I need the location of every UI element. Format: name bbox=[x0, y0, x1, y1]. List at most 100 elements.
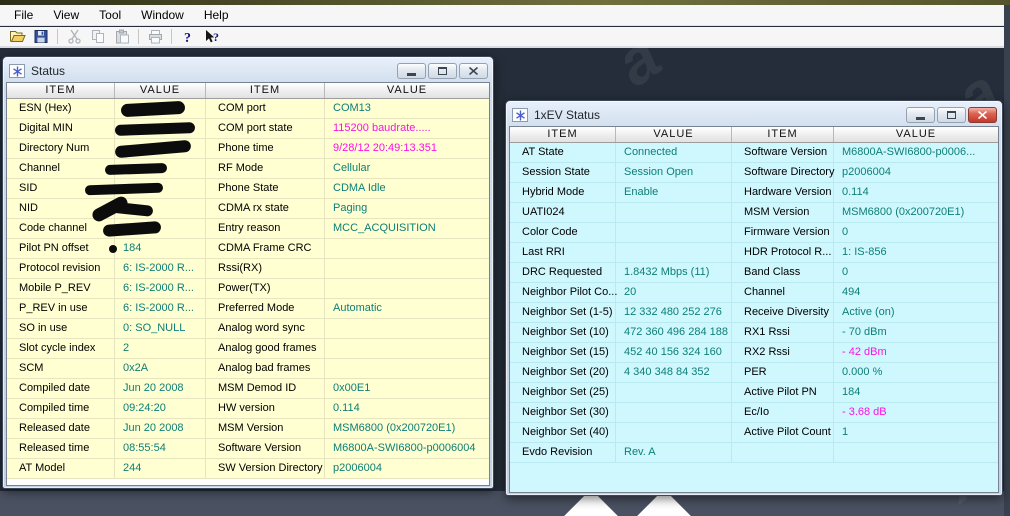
table-row[interactable]: Code channelEntry reasonMCC_ACQUISITION bbox=[7, 219, 489, 239]
value-cell: 0.000 % bbox=[834, 363, 998, 383]
item-cell: Active Pilot Count bbox=[732, 423, 834, 443]
table-row[interactable]: Protocol revision6: IS-2000 R...Rssi(RX) bbox=[7, 259, 489, 279]
app-asterisk-icon bbox=[9, 64, 25, 78]
table-row[interactable]: SO in use0: SO_NULLAnalog word sync bbox=[7, 319, 489, 339]
caption-buttons bbox=[397, 63, 488, 79]
table-row[interactable]: Neighbor Pilot Co...20Channel494 bbox=[510, 283, 998, 303]
menu-window[interactable]: Window bbox=[131, 6, 194, 24]
value-cell bbox=[834, 443, 998, 463]
table-row[interactable]: Neighbor Set (1-5)12 332 480 252 276Rece… bbox=[510, 303, 998, 323]
table-row[interactable]: Digital MINCOM port state115200 baudrate… bbox=[7, 119, 489, 139]
table-row[interactable]: Neighbor Set (25)Active Pilot PN184 bbox=[510, 383, 998, 403]
value-cell: 09:24:20 bbox=[115, 399, 206, 419]
table-row[interactable]: Neighbor Set (15)452 40 156 324 160RX2 R… bbox=[510, 343, 998, 363]
table-row[interactable]: Compiled dateJun 20 2008MSM Demod ID0x00… bbox=[7, 379, 489, 399]
value-cell bbox=[115, 119, 206, 139]
maximize-button[interactable] bbox=[937, 107, 966, 123]
status-window-title: Status bbox=[31, 64, 65, 78]
table-row[interactable]: P_REV in use6: IS-2000 R...Preferred Mod… bbox=[7, 299, 489, 319]
item-cell: MSM Version bbox=[206, 419, 325, 439]
table-row[interactable]: Neighbor Set (10)472 360 496 284 188RX1 … bbox=[510, 323, 998, 343]
column-header[interactable]: VALUE bbox=[834, 127, 998, 142]
column-header[interactable]: ITEM bbox=[510, 127, 616, 142]
column-header[interactable]: ITEM bbox=[732, 127, 834, 142]
menu-file[interactable]: File bbox=[4, 6, 43, 24]
redaction-mark bbox=[115, 139, 192, 158]
item-cell: Software Directory bbox=[732, 163, 834, 183]
value-cell: 0.114 bbox=[325, 399, 489, 419]
table-row[interactable]: AT Model244SW Version Directoryp2006004 bbox=[7, 459, 489, 479]
table-row[interactable]: Released time08:55:54Software VersionM68… bbox=[7, 439, 489, 459]
table-row[interactable]: Neighbor Set (30)Ec/Io- 3.68 dB bbox=[510, 403, 998, 423]
help-icon[interactable]: ? bbox=[176, 27, 200, 46]
value-cell: 6: IS-2000 R... bbox=[115, 279, 206, 299]
value-cell: 0 bbox=[834, 263, 998, 283]
table-row[interactable]: Color CodeFirmware Version0 bbox=[510, 223, 998, 243]
item-cell: Released time bbox=[7, 439, 115, 459]
table-row[interactable]: Evdo RevisionRev. A bbox=[510, 443, 998, 463]
table-row[interactable]: AT StateConnectedSoftware VersionM6800A-… bbox=[510, 143, 998, 163]
value-cell: M6800A-SWI6800-p0006004 bbox=[325, 439, 489, 459]
close-button[interactable] bbox=[968, 107, 997, 123]
application-window: File View Tool Window Help bbox=[0, 0, 1010, 516]
item-cell: Color Code bbox=[510, 223, 616, 243]
menu-help[interactable]: Help bbox=[194, 6, 239, 24]
value-cell: COM13 bbox=[325, 99, 489, 119]
item-cell: Neighbor Pilot Co... bbox=[510, 283, 616, 303]
item-cell: Software Version bbox=[732, 143, 834, 163]
column-header[interactable]: ITEM bbox=[7, 83, 115, 98]
table-row[interactable]: SCM0x2AAnalog bad frames bbox=[7, 359, 489, 379]
column-header[interactable]: VALUE bbox=[616, 127, 732, 142]
table-row[interactable]: SIDPhone StateCDMA Idle bbox=[7, 179, 489, 199]
table-row[interactable]: UATI024MSM VersionMSM6800 (0x200720E1) bbox=[510, 203, 998, 223]
table-row[interactable]: Slot cycle index2Analog good frames bbox=[7, 339, 489, 359]
item-cell: Slot cycle index bbox=[7, 339, 115, 359]
table-row[interactable]: Hybrid ModeEnableHardware Version0.114 bbox=[510, 183, 998, 203]
table-row[interactable]: Neighbor Set (20)4 340 348 84 352PER0.00… bbox=[510, 363, 998, 383]
redaction-mark bbox=[105, 162, 167, 174]
value-cell: - 70 dBm bbox=[834, 323, 998, 343]
column-header[interactable]: VALUE bbox=[325, 83, 489, 98]
table-row[interactable]: Session StateSession OpenSoftware Direct… bbox=[510, 163, 998, 183]
item-cell: Session State bbox=[510, 163, 616, 183]
value-cell: Jun 20 2008 bbox=[115, 419, 206, 439]
item-cell: AT Model bbox=[7, 459, 115, 479]
save-icon[interactable] bbox=[29, 27, 53, 46]
table-row[interactable]: ESN (Hex)COM portCOM13 bbox=[7, 99, 489, 119]
context-help-icon[interactable]: ? bbox=[200, 27, 224, 46]
minimize-button[interactable] bbox=[906, 107, 935, 123]
minimize-button[interactable] bbox=[397, 63, 426, 79]
menu-tool[interactable]: Tool bbox=[89, 6, 131, 24]
table-row[interactable]: Last RRIHDR Protocol R...1: IS-856 bbox=[510, 243, 998, 263]
item-cell: Hybrid Mode bbox=[510, 183, 616, 203]
table-row[interactable]: Mobile P_REV6: IS-2000 R...Power(TX) bbox=[7, 279, 489, 299]
value-cell bbox=[325, 239, 489, 259]
evdo-status-window[interactable]: 1xEV Status ITEMVALUEITEMVALUEAT StateCo… bbox=[505, 100, 1003, 496]
item-cell: Neighbor Set (20) bbox=[510, 363, 616, 383]
table-row[interactable]: ChannelRF ModeCellular bbox=[7, 159, 489, 179]
item-cell: COM port state bbox=[206, 119, 325, 139]
status-titlebar[interactable]: Status bbox=[6, 60, 490, 82]
status-window[interactable]: Status ITEMVALUEITEMVALUEESN (Hex)COM po… bbox=[2, 56, 494, 489]
item-cell: COM port bbox=[206, 99, 325, 119]
item-cell: Analog bad frames bbox=[206, 359, 325, 379]
close-button[interactable] bbox=[459, 63, 488, 79]
evdo-titlebar[interactable]: 1xEV Status bbox=[509, 104, 999, 126]
maximize-button[interactable] bbox=[428, 63, 457, 79]
table-row[interactable]: Released dateJun 20 2008MSM VersionMSM68… bbox=[7, 419, 489, 439]
table-row[interactable]: NIDCDMA rx statePaging bbox=[7, 199, 489, 219]
open-icon[interactable] bbox=[5, 27, 29, 46]
table-row[interactable]: Pilot PN offset184CDMA Frame CRC bbox=[7, 239, 489, 259]
value-cell: 494 bbox=[834, 283, 998, 303]
menu-view[interactable]: View bbox=[43, 6, 89, 24]
table-row[interactable]: Neighbor Set (40)Active Pilot Count1 bbox=[510, 423, 998, 443]
table-row[interactable]: Compiled time09:24:20HW version0.114 bbox=[7, 399, 489, 419]
item-cell bbox=[732, 443, 834, 463]
table-row[interactable]: DRC Requested1.8432 Mbps (11)Band Class0 bbox=[510, 263, 998, 283]
item-cell: MSM Version bbox=[732, 203, 834, 223]
column-header[interactable]: VALUE bbox=[115, 83, 206, 98]
value-cell bbox=[115, 139, 206, 159]
copy-icon bbox=[86, 27, 110, 46]
table-row[interactable]: Directory NumPhone time9/28/12 20:49:13.… bbox=[7, 139, 489, 159]
column-header[interactable]: ITEM bbox=[206, 83, 325, 98]
